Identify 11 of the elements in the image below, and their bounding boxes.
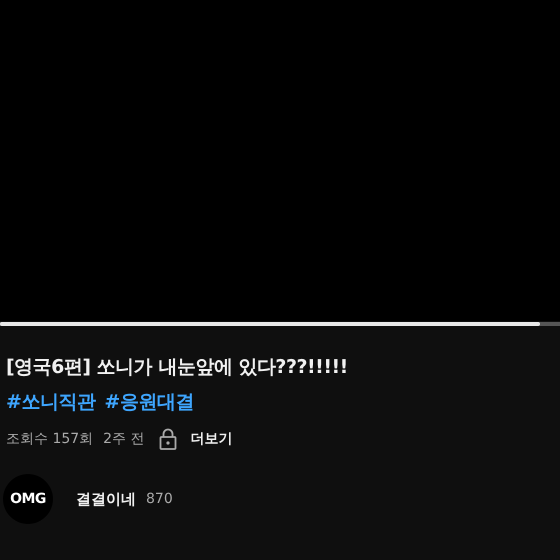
channel-name[interactable]: 결결이네 <box>76 490 136 508</box>
hashtag-link[interactable]: #쏘니직관 <box>6 388 96 416</box>
upload-age: 2주 전 <box>103 430 145 448</box>
more-button[interactable]: 더보기 <box>190 430 233 448</box>
view-count: 조회수 157회 <box>6 430 94 448</box>
hashtag-link[interactable]: #응원대결 <box>104 388 194 416</box>
progress-bar[interactable] <box>0 322 560 326</box>
subscriber-count: 870 <box>146 491 173 507</box>
video-title: [영국6편] 쏘니가 내눈앞에 있다???!!!!! <box>6 355 349 380</box>
channel-avatar[interactable]: OMG <box>3 474 53 524</box>
lock-icon <box>158 428 177 450</box>
